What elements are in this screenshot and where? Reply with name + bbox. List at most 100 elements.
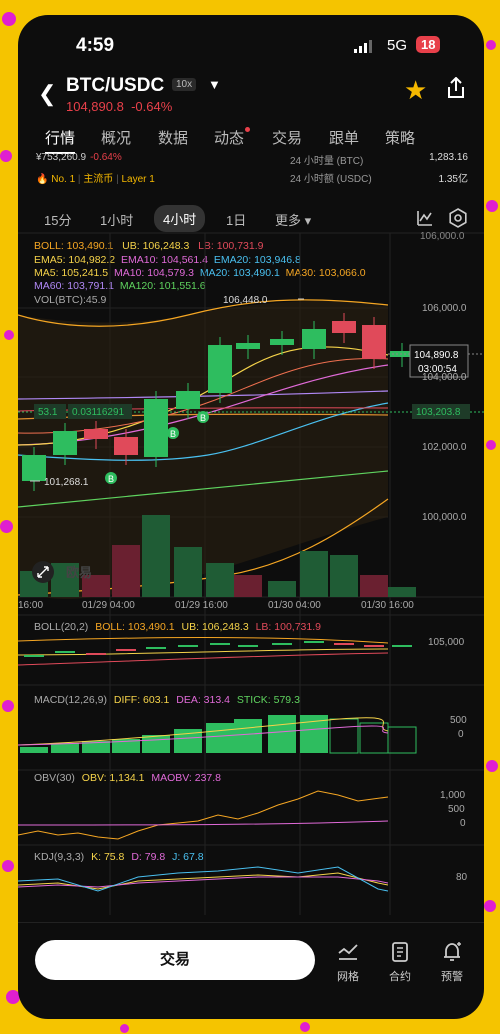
sub-candle (146, 647, 166, 649)
macd-tick: 500 (450, 715, 467, 726)
position-tag-value: 0.03116291 (72, 407, 125, 418)
decor-dot (2, 860, 14, 872)
y-tick: 104,000.0 (422, 372, 467, 383)
kdj-title: KDJ(9,3,3) (34, 851, 84, 863)
y-tick: 106,000.0 (422, 303, 467, 314)
last-price-label: 104,890.8 (414, 350, 459, 361)
macd-bar (387, 726, 417, 754)
decor-dot (120, 1024, 129, 1033)
grid-label: 网格 (337, 971, 359, 983)
buy-marker: B (105, 472, 117, 484)
x-tick: 01/30 16:00 (361, 600, 414, 611)
volume-bar (388, 587, 416, 597)
macd-bar (329, 718, 359, 754)
kdj-d-line (18, 876, 389, 888)
bottom-bar: 交易 网格 合约 预警 (18, 922, 484, 1019)
decor-dot (486, 200, 498, 212)
sub-candle (86, 653, 106, 655)
contract-doc-icon (392, 942, 408, 962)
sub-boll-line (18, 637, 389, 644)
phone-screen: 4:59 5G 18 ❮ BTC/USDC 10x ▼ 104,890.8 -0… (18, 15, 484, 1019)
sub-candle (55, 651, 75, 653)
macd-bar (234, 719, 262, 753)
alert-bell-icon (444, 942, 461, 961)
macd-bar (206, 723, 234, 753)
position-tag-left: 53.1 (38, 407, 58, 418)
obv-legend: OBV(30) OBV: 1,134.1 MAOBV: 237.8 (34, 772, 221, 784)
decor-dot (484, 900, 496, 912)
dashed-price-label: 103,203.8 (416, 407, 461, 418)
maobv-value: MAOBV: 237.8 (151, 772, 221, 784)
low-price-label: 101,268.1 (44, 477, 89, 488)
volume-bar (360, 575, 388, 597)
sub-candle (364, 645, 384, 647)
sub-candle (334, 643, 354, 645)
macd-tick: 0 (458, 729, 464, 740)
kdj-k-line (18, 872, 389, 890)
trade-button[interactable]: 交易 (35, 940, 315, 980)
candle-body (22, 455, 46, 481)
kdj-j-line (18, 866, 389, 892)
kdj-legend: KDJ(9,3,3) K: 75.8 D: 79.8 J: 67.8 (34, 851, 204, 863)
buy-marker: B (197, 411, 209, 423)
sub-candle (392, 645, 412, 647)
candle-body (270, 339, 294, 345)
buy-marker-text: B (200, 413, 206, 423)
obv-tick: 1,000 (440, 790, 465, 801)
y-tick: 100,000.0 (422, 512, 467, 523)
y-tick: 102,000.0 (422, 442, 467, 453)
obv-title: OBV(30) (34, 772, 75, 784)
sub-candle (210, 643, 230, 645)
decor-dot (300, 1022, 310, 1032)
sub-boll-tick: 105,000 (428, 637, 465, 648)
candle-body (53, 431, 77, 455)
sub-boll-ub: UB: 106,248.3 (182, 621, 249, 633)
decor-dot (486, 760, 498, 772)
kdj-k: K: 75.8 (91, 851, 124, 863)
sub-candle (238, 645, 258, 647)
decor-dot (0, 150, 12, 162)
volume-bar (330, 555, 358, 597)
maobv-line (18, 820, 389, 826)
candle-body (176, 391, 200, 409)
candle-body (362, 325, 386, 359)
sub-candle (272, 643, 292, 645)
macd-legend: MACD(12,26,9) DIFF: 603.1 DEA: 313.4 STI… (34, 694, 300, 706)
contract-nav[interactable]: 合约 (380, 941, 420, 984)
decor-dot (4, 330, 14, 340)
kdj-d: D: 79.8 (131, 851, 165, 863)
watermark-logo: 欧易 (66, 565, 92, 580)
sub-candle (116, 649, 136, 651)
candle-body (144, 399, 168, 457)
buy-marker-text: B (108, 474, 114, 484)
decor-dot (2, 12, 16, 26)
candle-body (302, 329, 326, 349)
obv-line (18, 790, 389, 840)
x-tick: 01/30 04:00 (268, 600, 321, 611)
sub-candle (304, 641, 324, 643)
volume-bar (206, 563, 234, 597)
decor-dot (486, 40, 496, 50)
candle-body (236, 343, 260, 349)
macd-stick: STICK: 579.3 (237, 694, 300, 706)
sub-boll-legend: BOLL(20,2) BOLL: 103,490.1 UB: 106,248.3… (34, 621, 321, 633)
kdj-j: J: 67.8 (172, 851, 204, 863)
volume-bar (112, 545, 140, 597)
macd-bar (142, 735, 170, 753)
alert-nav[interactable]: 预警 (432, 941, 472, 984)
volume-bar (174, 547, 202, 597)
x-tick: 01/29 16:00 (175, 600, 228, 611)
high-price-label: 106,448.0 (223, 295, 268, 306)
kline-chart[interactable]: 106,448.0 101,268.1 53.1 0.03116291 103,… (18, 15, 484, 915)
decor-dot (486, 440, 496, 450)
candle-body (208, 345, 232, 393)
decor-dot (0, 520, 13, 533)
candle-body (114, 437, 138, 455)
buy-marker: B (167, 427, 179, 439)
grid-nav[interactable]: 网格 (328, 941, 368, 984)
macd-diff-line (18, 717, 389, 746)
volume-bar (268, 581, 296, 597)
obv-tick: 500 (448, 804, 465, 815)
sub-candle (178, 645, 198, 647)
decor-dot (2, 700, 14, 712)
